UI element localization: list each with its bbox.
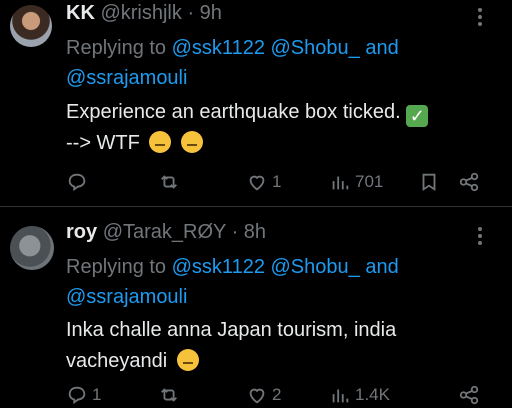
share-button[interactable] — [458, 384, 480, 406]
replying-label: Replying to — [66, 37, 167, 59]
retweet-icon — [161, 175, 177, 189]
more-icon[interactable] — [470, 7, 490, 31]
tweet-text: Inka challe anna Japan tourism, india va… — [66, 315, 506, 377]
reply-button[interactable]: 1 — [66, 384, 101, 406]
check-mark-emoji: ✓ — [406, 105, 429, 127]
share-icon — [459, 385, 479, 405]
mention-link[interactable]: @ssrajamouli — [66, 67, 187, 89]
reply-icon — [68, 386, 86, 405]
heart-icon — [249, 388, 265, 404]
retweet-button[interactable] — [158, 171, 180, 193]
neutral-face-emoji — [176, 349, 199, 371]
avatar[interactable] — [10, 226, 54, 270]
retweet-icon — [161, 388, 177, 402]
and-word: and — [365, 37, 399, 59]
reply-count: 1 — [92, 385, 102, 404]
timestamp[interactable]: 8h — [244, 221, 266, 243]
views-icon — [332, 176, 349, 190]
author-name[interactable]: roy — [66, 221, 97, 243]
tweet-text-line: --> WTF — [66, 132, 140, 154]
heart-icon — [249, 175, 265, 191]
author-handle[interactable]: @Tarak_RØY — [103, 221, 226, 243]
view-count: 701 — [355, 172, 384, 191]
unamused-face-emoji — [149, 131, 172, 153]
bookmark-icon — [422, 173, 436, 192]
mention-link[interactable]: @ssk1122 — [172, 256, 265, 278]
and-word: and — [365, 256, 399, 278]
reply-button[interactable] — [66, 171, 88, 193]
timestamp[interactable]: 9h — [200, 2, 222, 24]
views-button[interactable]: 701 — [329, 171, 383, 193]
mention-link[interactable]: @ssk1122 — [172, 37, 265, 59]
share-icon — [459, 172, 479, 192]
author-handle[interactable]: @krishjlk — [100, 2, 181, 24]
tweet-actions: 1 701 — [66, 171, 496, 195]
like-count: 1 — [272, 172, 282, 191]
more-icon[interactable] — [470, 226, 490, 251]
separator-dot: · — [231, 221, 239, 243]
tweet-text: Experience an earthquake box ticked. ✓ -… — [66, 97, 506, 159]
replying-to: Replying to @ssk1122 @Shobu_ and @ssraja… — [66, 252, 496, 312]
replying-label: Replying to — [66, 256, 167, 278]
bookmark-button[interactable] — [418, 171, 440, 193]
views-icon — [332, 389, 349, 403]
view-count: 1.4K — [355, 385, 390, 404]
separator-dot: · — [187, 2, 195, 24]
mention-link[interactable]: @ssrajamouli — [66, 286, 187, 308]
tweet-actions: 1 2 1.4K — [66, 384, 496, 408]
tweet-text-line: Experience an earthquake box ticked. — [66, 101, 401, 123]
reply-icon — [68, 173, 86, 192]
share-button[interactable] — [458, 171, 480, 193]
unamused-face-emoji — [181, 131, 203, 153]
retweet-button[interactable] — [158, 384, 180, 406]
like-button[interactable]: 2 — [246, 384, 281, 406]
mention-link[interactable]: @Shobu_ — [271, 37, 360, 59]
mention-link[interactable]: @Shobu_ — [271, 256, 360, 278]
avatar[interactable] — [10, 5, 52, 47]
replying-to: Replying to @ssk1122 @Shobu_ and @ssraja… — [66, 33, 496, 93]
tweet-header: KK @krishjlk · 9h — [66, 2, 222, 25]
like-button[interactable]: 1 — [246, 171, 281, 193]
tweet-text-line: Inka challe anna Japan tourism, india — [66, 319, 397, 341]
tweet-text-line: vacheyandi — [66, 350, 168, 372]
views-button[interactable]: 1.4K — [329, 384, 390, 406]
author-name[interactable]: KK — [66, 2, 95, 24]
tweet-header: roy @Tarak_RØY · 8h — [66, 221, 266, 244]
like-count: 2 — [272, 385, 282, 404]
